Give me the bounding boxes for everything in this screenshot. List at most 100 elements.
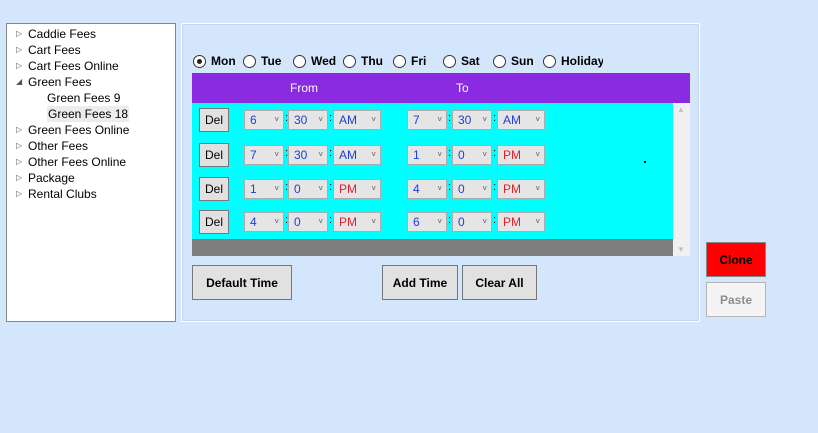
to-ampm-dropdown[interactable]: PM ˅: [497, 145, 545, 165]
time-separator: :: [329, 214, 333, 226]
to-minute-dropdown[interactable]: 0 ˅: [452, 212, 492, 232]
tree-item[interactable]: Green Fees 9: [7, 90, 175, 106]
from-ampm-dropdown-value: PM: [339, 215, 357, 229]
collapsed-arrow-icon[interactable]: ▷: [16, 42, 26, 58]
radio-icon[interactable]: [343, 54, 356, 68]
tree-item-label: Cart Fees: [28, 43, 81, 57]
to-minute-dropdown[interactable]: 0 ˅: [452, 179, 492, 199]
from-ampm-dropdown-value: PM: [339, 182, 357, 196]
chevron-down-icon: ˅: [437, 115, 442, 124]
to-hour-dropdown-value: 1: [413, 148, 420, 162]
delete-row-button[interactable]: Del: [199, 177, 229, 201]
scroll-down-icon[interactable]: ▼: [677, 245, 685, 254]
day-label: Mon: [211, 54, 236, 68]
paste-button[interactable]: Paste: [706, 282, 766, 317]
day-label: Sun: [511, 54, 534, 68]
tree-item[interactable]: Green Fees 18: [7, 106, 175, 122]
from-minute-dropdown[interactable]: 30 ˅: [288, 145, 328, 165]
radio-icon[interactable]: [193, 54, 206, 68]
from-hour-dropdown-value: 1: [250, 182, 257, 196]
to-hour-dropdown[interactable]: 1 ˅: [407, 145, 447, 165]
clear-all-button[interactable]: Clear All: [462, 265, 537, 300]
scroll-up-icon[interactable]: ▲: [677, 105, 685, 114]
collapsed-arrow-icon[interactable]: ▷: [16, 154, 26, 170]
from-hour-dropdown[interactable]: 7 ˅: [244, 145, 284, 165]
tree-item[interactable]: ▷ Cart Fees Online: [7, 58, 175, 74]
radio-icon[interactable]: [443, 54, 456, 68]
clone-button[interactable]: Clone: [706, 242, 766, 277]
chevron-down-icon: ˅: [318, 184, 323, 193]
radio-icon[interactable]: [493, 54, 506, 68]
day-radio[interactable]: Holiday: [543, 53, 603, 69]
collapsed-arrow-icon[interactable]: ▷: [16, 122, 26, 138]
day-radio[interactable]: Sun: [493, 53, 534, 69]
time-rows: Del 6 ˅:30 ˅: AM ˅ 7 ˅:30 ˅: AM ˅ Del 7 ˅:30 ˅: AM ˅ 1 ˅:0…: [192, 103, 673, 239]
tree-item[interactable]: ▷ Other Fees: [7, 138, 175, 154]
radio-icon[interactable]: [293, 54, 306, 68]
radio-icon[interactable]: [393, 54, 406, 68]
to-ampm-dropdown[interactable]: AM ˅: [497, 110, 545, 130]
tree-item[interactable]: ▷ Package: [7, 170, 175, 186]
radio-icon[interactable]: [243, 54, 256, 68]
day-radio[interactable]: Sat: [443, 53, 480, 69]
from-hour-dropdown[interactable]: 1 ˅: [244, 179, 284, 199]
time-range-row: Del 6 ˅:30 ˅: AM ˅ 7 ˅:30 ˅: AM ˅: [192, 108, 673, 132]
default-time-button[interactable]: Default Time: [192, 265, 292, 300]
to-hour-dropdown[interactable]: 7 ˅: [407, 110, 447, 130]
chevron-down-icon: ˅: [437, 217, 442, 226]
from-ampm-dropdown[interactable]: AM ˅: [333, 145, 381, 165]
from-hour-dropdown-value: 7: [250, 148, 257, 162]
tree-item[interactable]: ▷ Green Fees Online: [7, 122, 175, 138]
fee-category-tree[interactable]: ▷ Caddie Fees ▷ Cart Fees ▷ Cart Fees Online ◢…: [6, 23, 176, 322]
time-separator: :: [329, 112, 333, 124]
from-ampm-dropdown[interactable]: PM ˅: [333, 212, 381, 232]
day-radio[interactable]: Thu: [343, 53, 383, 69]
to-minute-dropdown[interactable]: 30 ˅: [452, 110, 492, 130]
from-hour-dropdown[interactable]: 4 ˅: [244, 212, 284, 232]
vertical-scrollbar[interactable]: ▲ ▼: [673, 103, 690, 256]
collapsed-arrow-icon[interactable]: ▷: [16, 26, 26, 42]
collapsed-arrow-icon[interactable]: ▷: [16, 170, 26, 186]
day-label: Thu: [361, 54, 383, 68]
from-ampm-dropdown[interactable]: AM ˅: [333, 110, 381, 130]
to-ampm-dropdown[interactable]: PM ˅: [497, 179, 545, 199]
tree-item[interactable]: ◢ Green Fees: [7, 74, 175, 90]
from-minute-dropdown[interactable]: 0 ˅: [288, 212, 328, 232]
to-ampm-dropdown[interactable]: PM ˅: [497, 212, 545, 232]
chevron-down-icon: ˅: [535, 184, 540, 193]
day-radio[interactable]: Fri: [393, 53, 426, 69]
day-radio[interactable]: Wed: [293, 53, 336, 69]
to-hour-dropdown[interactable]: 6 ˅: [407, 212, 447, 232]
from-hour-dropdown[interactable]: 6 ˅: [244, 110, 284, 130]
radio-icon[interactable]: [543, 54, 556, 68]
delete-row-button[interactable]: Del: [199, 108, 229, 132]
add-time-button[interactable]: Add Time: [382, 265, 458, 300]
collapsed-arrow-icon[interactable]: ▷: [16, 58, 26, 74]
time-range-row: Del 1 ˅:0 ˅: PM ˅ 4 ˅:0 ˅: PM ˅: [192, 177, 673, 201]
horizontal-scrollbar[interactable]: [192, 239, 673, 256]
day-radio[interactable]: Mon: [193, 53, 236, 69]
from-minute-dropdown-value: 30: [294, 148, 308, 162]
tree-item[interactable]: ▷ Cart Fees: [7, 42, 175, 58]
to-minute-dropdown[interactable]: 0 ˅: [452, 145, 492, 165]
from-ampm-dropdown[interactable]: PM ˅: [333, 179, 381, 199]
tree-item-label: Caddie Fees: [28, 27, 97, 41]
tree-item[interactable]: ▷ Other Fees Online: [7, 154, 175, 170]
tree-item[interactable]: ▷ Rental Clubs: [7, 186, 175, 202]
day-label: Holiday: [561, 54, 603, 68]
day-radio[interactable]: Tue: [243, 53, 281, 69]
from-minute-dropdown-value: 0: [294, 215, 301, 229]
from-minute-dropdown[interactable]: 0 ˅: [288, 179, 328, 199]
delete-row-button[interactable]: Del: [199, 210, 229, 234]
from-minute-dropdown[interactable]: 30 ˅: [288, 110, 328, 130]
chevron-down-icon: ˅: [482, 150, 487, 159]
delete-row-button[interactable]: Del: [199, 143, 229, 167]
collapsed-arrow-icon[interactable]: ▷: [16, 186, 26, 202]
tree-item[interactable]: ▷ Caddie Fees: [7, 26, 175, 42]
chevron-down-icon: ˅: [535, 115, 540, 124]
chevron-down-icon: ˅: [274, 115, 279, 124]
time-range-row: Del 4 ˅:0 ˅: PM ˅ 6 ˅:0 ˅: PM ˅: [192, 210, 673, 234]
to-hour-dropdown[interactable]: 4 ˅: [407, 179, 447, 199]
expanded-arrow-icon[interactable]: ◢: [16, 74, 26, 90]
collapsed-arrow-icon[interactable]: ▷: [16, 138, 26, 154]
